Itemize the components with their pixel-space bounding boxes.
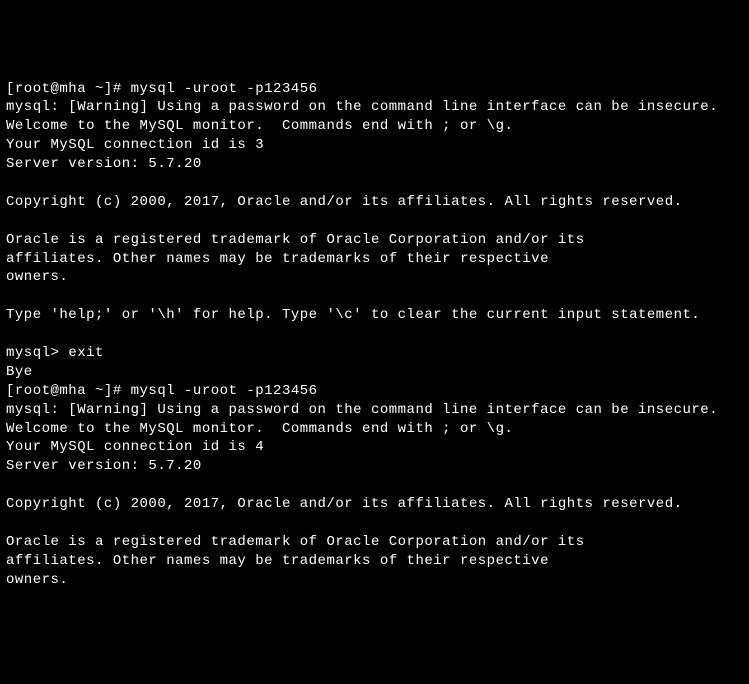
mysql-trademark: owners.	[6, 268, 743, 287]
mysql-prompt-line: mysql> exit	[6, 344, 743, 363]
blank-line	[6, 476, 743, 495]
mysql-trademark: Oracle is a registered trademark of Orac…	[6, 533, 743, 552]
blank-line	[6, 287, 743, 306]
mysql-server-version: Server version: 5.7.20	[6, 457, 743, 476]
mysql-prompt: mysql>	[6, 345, 68, 361]
blank-line	[6, 514, 743, 533]
shell-prompt-line: [root@mha ~]# mysql -uroot -p123456	[6, 80, 743, 99]
mysql-connection-id: Your MySQL connection id is 3	[6, 136, 743, 155]
shell-prompt: [root@mha ~]#	[6, 81, 131, 97]
mysql-warning: mysql: [Warning] Using a password on the…	[6, 98, 743, 117]
mysql-trademark: Oracle is a registered trademark of Orac…	[6, 231, 743, 250]
mysql-trademark: affiliates. Other names may be trademark…	[6, 250, 743, 269]
mysql-server-version: Server version: 5.7.20	[6, 155, 743, 174]
blank-line	[6, 212, 743, 231]
shell-prompt: [root@mha ~]#	[6, 383, 131, 399]
mysql-trademark: owners.	[6, 571, 743, 590]
mysql-warning: mysql: [Warning] Using a password on the…	[6, 401, 743, 420]
mysql-welcome: Welcome to the MySQL monitor. Commands e…	[6, 117, 743, 136]
mysql-bye: Bye	[6, 363, 743, 382]
shell-command: mysql -uroot -p123456	[131, 81, 318, 97]
mysql-command: exit	[68, 345, 104, 361]
mysql-help: Type 'help;' or '\h' for help. Type '\c'…	[6, 306, 743, 325]
shell-command: mysql -uroot -p123456	[131, 383, 318, 399]
blank-line	[6, 325, 743, 344]
mysql-welcome: Welcome to the MySQL monitor. Commands e…	[6, 420, 743, 439]
shell-prompt-line: [root@mha ~]# mysql -uroot -p123456	[6, 382, 743, 401]
mysql-copyright: Copyright (c) 2000, 2017, Oracle and/or …	[6, 193, 743, 212]
mysql-copyright: Copyright (c) 2000, 2017, Oracle and/or …	[6, 495, 743, 514]
mysql-connection-id: Your MySQL connection id is 4	[6, 438, 743, 457]
mysql-trademark: affiliates. Other names may be trademark…	[6, 552, 743, 571]
terminal-output[interactable]: [root@mha ~]# mysql -uroot -p123456mysql…	[6, 80, 743, 590]
blank-line	[6, 174, 743, 193]
